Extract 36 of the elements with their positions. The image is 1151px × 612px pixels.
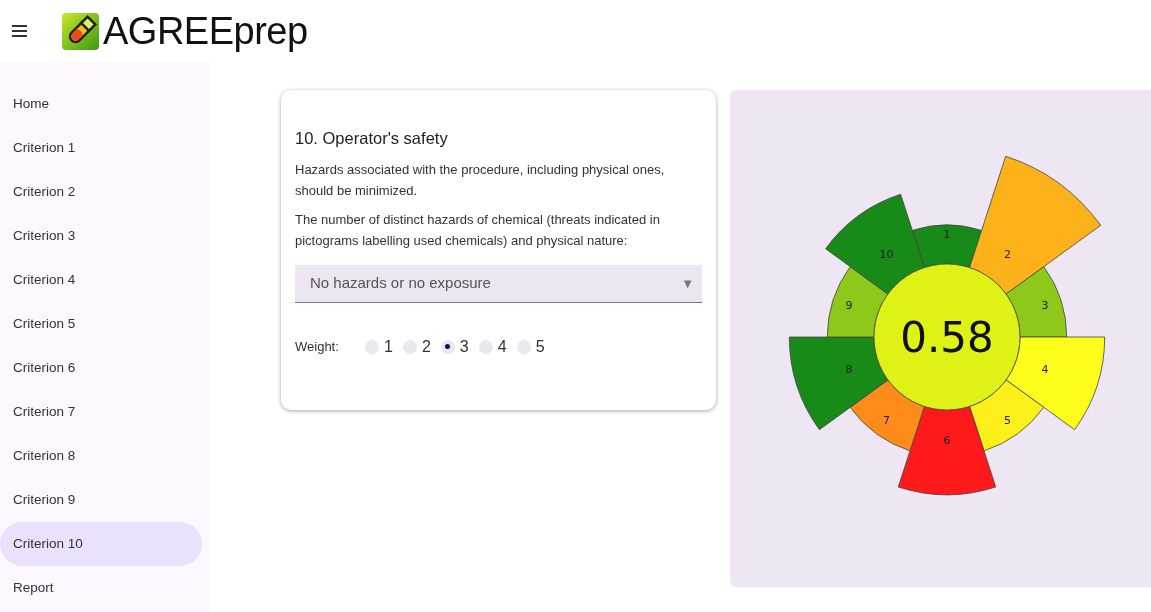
weight-label: Weight: [295,338,340,356]
segment-label: 9 [845,299,853,313]
weight-radio[interactable]: 5 [516,334,545,359]
app-title: AGREEprep [103,12,308,50]
segment-label: 5 [1004,414,1012,428]
sidebar-item[interactable]: Criterion 2 [0,170,202,214]
sidebar-item[interactable]: Criterion 10 [0,522,202,566]
sidebar-item[interactable]: Criterion 1 [0,126,202,170]
segment-label: 4 [1041,362,1049,376]
sidebar-item[interactable]: Criterion 8 [0,434,202,478]
hazards-select[interactable]: No hazards or no exposure ▼ [295,264,702,303]
overall-score: 0.58 [900,313,994,362]
sidebar-item[interactable]: Criterion 9 [0,478,202,522]
sidebar-item[interactable]: Criterion 7 [0,390,202,434]
segment-label: 6 [943,434,951,447]
segment-label: 7 [882,414,890,428]
sidebar-item[interactable]: Criterion 6 [0,346,202,390]
segment-label: 3 [1041,299,1049,313]
sidebar-item[interactable]: Home [0,82,202,126]
weight-radio[interactable]: 1 [365,334,393,359]
sidebar-item[interactable]: Criterion 5 [0,302,202,346]
sidebar-item[interactable]: Criterion 3 [0,214,202,258]
segment-label: 2 [1004,247,1012,261]
criterion-title: 10. Operator's safety [295,128,449,149]
criterion-question: The number of distinct hazards of chemical (threats indicated in pictograms labelling used chemicals) and physical nature: [295,210,661,250]
test-tube-icon [62,12,99,50]
segment-label: 8 [845,362,853,376]
segment-label: 1 [943,228,951,241]
weight-radio[interactable]: 2 [402,334,431,359]
sidebar-item[interactable]: Report [0,566,202,610]
segment-label: 10 [879,247,894,261]
sidebar-item[interactable]: Criterion 4 [0,258,202,302]
criterion-description: Hazards associated with the procedure, including physical ones, should be minimized. [295,160,666,200]
weight-radio[interactable]: 3 [440,334,469,359]
weight-radio[interactable]: 4 [478,334,507,359]
menu-icon[interactable] [12,25,27,37]
